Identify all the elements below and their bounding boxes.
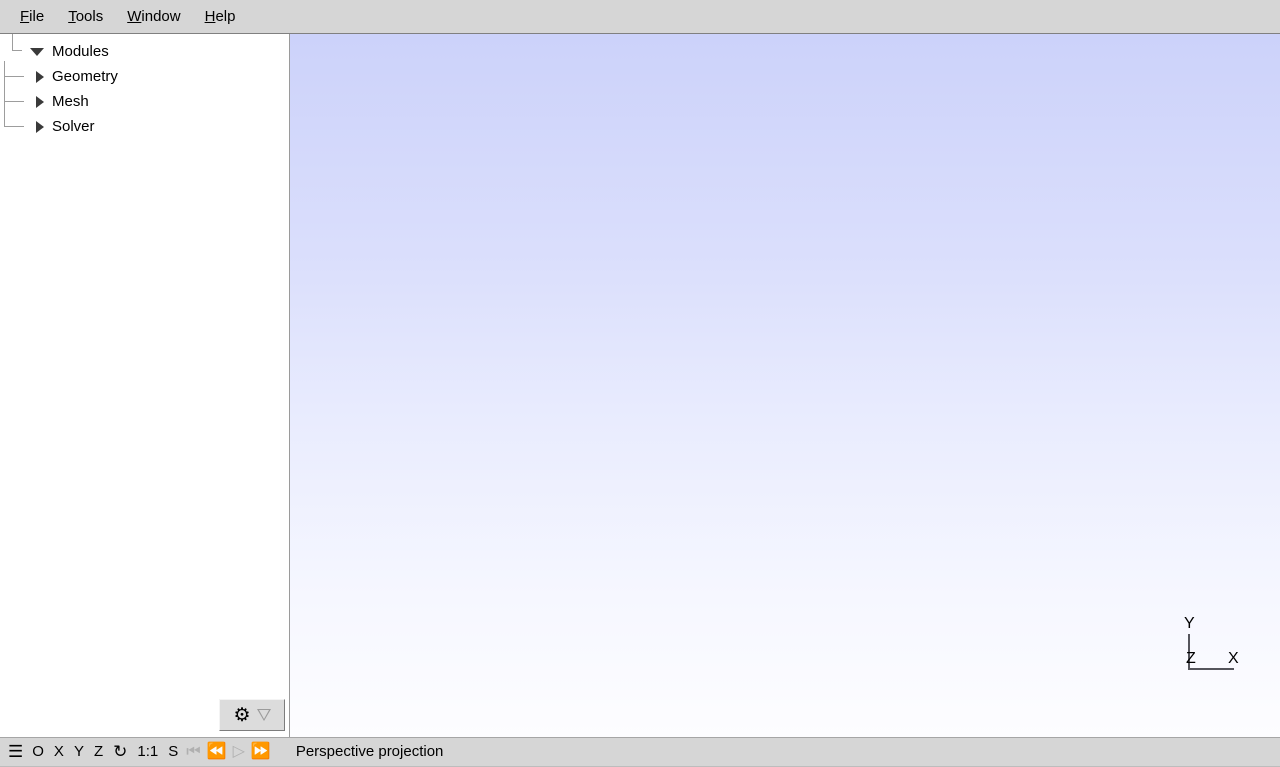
menu-item-help-rest: elp	[215, 7, 236, 25]
menu-item-tools[interactable]: Tools	[58, 6, 113, 28]
tree-item-geometry-label: Geometry	[52, 67, 118, 85]
tree-item-solver-label: Solver	[52, 117, 95, 135]
menu-item-tools-rest: ools	[75, 7, 104, 25]
menu-item-file[interactable]: File	[10, 6, 54, 28]
menu-item-file-rest: ile	[29, 7, 45, 25]
menu-item-window[interactable]: Window	[117, 6, 190, 28]
menu-item-window-mnemonic: W	[127, 7, 142, 25]
axis-label-y: Y	[1184, 615, 1195, 632]
menu-bar: File Tools Window Help	[0, 0, 1280, 34]
status-message: Perspective projection	[295, 743, 444, 760]
tree-item-modules[interactable]: Modules	[0, 34, 289, 64]
tree-line-root	[8, 34, 30, 64]
application-window: File Tools Window Help Modules Geometry	[0, 0, 1280, 767]
sidebar-panel: Modules Geometry Mesh Solver ⚙	[0, 34, 290, 737]
menu-item-help[interactable]: Help	[195, 6, 246, 28]
step-forward-icon[interactable]: ⏩	[248, 743, 274, 761]
expander-expand-icon[interactable]	[36, 95, 44, 108]
tree-item-solver[interactable]: Solver	[4, 114, 289, 139]
tree-item-mesh-label: Mesh	[52, 92, 89, 110]
settings-button[interactable]: ⚙	[219, 699, 285, 731]
sidebar-footer: ⚙	[0, 699, 289, 731]
tree-item-mesh[interactable]: Mesh	[4, 89, 289, 114]
axis-label-z: Z	[1186, 650, 1196, 667]
status-bar: ☰ O X Y Z ↻ 1:1 S ⏮ ⏪ ▷ ⏩ Perspective pr…	[0, 737, 1280, 767]
menu-item-file-mnemonic: F	[20, 7, 30, 25]
origin-icon[interactable]: O	[27, 743, 49, 761]
viewport-3d[interactable]: Y Z X	[290, 34, 1280, 737]
tree-item-modules-label: Modules	[52, 42, 109, 60]
play-icon[interactable]: ▷	[230, 743, 248, 761]
main-area: Modules Geometry Mesh Solver ⚙ Y Z X	[0, 34, 1280, 737]
menu-item-help-mnemonic: H	[204, 7, 216, 25]
axis-x-icon[interactable]: X	[49, 743, 69, 761]
module-tree: Modules Geometry Mesh Solver	[0, 34, 289, 139]
expander-expand-icon[interactable]	[36, 120, 44, 133]
axis-y-icon[interactable]: Y	[69, 743, 89, 761]
tree-item-geometry[interactable]: Geometry	[4, 64, 289, 89]
axis-z-icon[interactable]: Z	[89, 743, 108, 761]
expander-expand-icon[interactable]	[36, 70, 44, 83]
expander-collapse-icon[interactable]	[30, 47, 44, 56]
axis-x-line	[1188, 668, 1234, 670]
skip-to-start-icon[interactable]: ⏮	[183, 743, 203, 761]
menu-item-window-rest: indow	[141, 7, 181, 25]
chevron-down-icon[interactable]	[256, 709, 271, 721]
zoom-ratio-label[interactable]: 1:1	[132, 743, 163, 761]
rotate-icon[interactable]: ↻	[108, 743, 132, 761]
axis-label-x: X	[1228, 650, 1239, 667]
step-back-icon[interactable]: ⏪	[204, 743, 230, 761]
axis-triad: Y Z X	[1180, 616, 1260, 682]
menu-item-tools-mnemonic: T	[68, 7, 76, 25]
menu-icon[interactable]: ☰	[4, 743, 27, 761]
scale-icon[interactable]: S	[163, 743, 183, 761]
gear-icon: ⚙	[233, 704, 251, 726]
tree-children: Geometry Mesh Solver	[0, 61, 289, 139]
